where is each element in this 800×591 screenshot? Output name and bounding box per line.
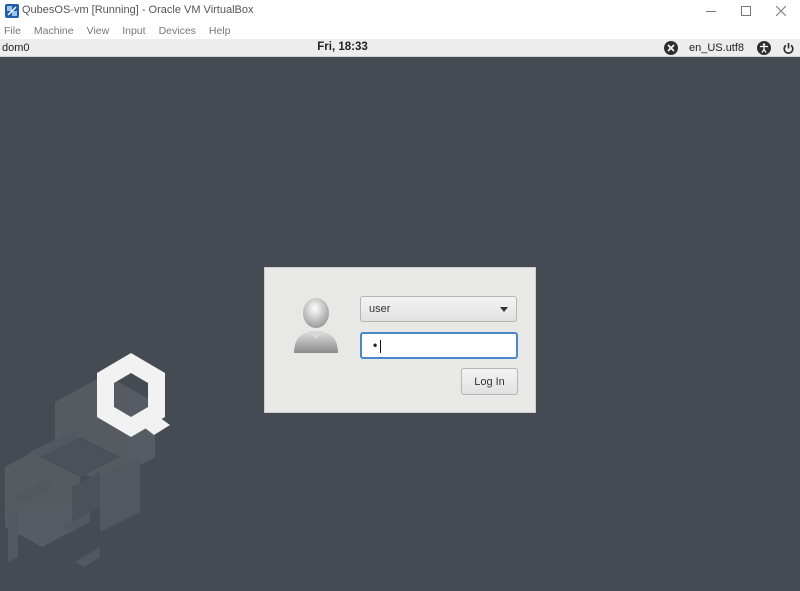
menu-view[interactable]: View: [87, 25, 110, 37]
text-caret: [380, 340, 381, 353]
menu-devices[interactable]: Devices: [159, 25, 196, 37]
accessibility-icon[interactable]: [757, 41, 771, 55]
password-value: •: [373, 338, 378, 352]
chevron-down-icon: [500, 307, 508, 312]
menu-file[interactable]: File: [4, 25, 21, 37]
clock[interactable]: Fri, 18:33: [0, 41, 685, 53]
window-titlebar: QubesOS-vm [Running] - Oracle VM Virtual…: [0, 0, 800, 22]
log-in-button[interactable]: Log In: [461, 368, 518, 395]
password-input[interactable]: •: [360, 332, 518, 359]
selected-user: user: [369, 303, 391, 315]
keyboard-layout-icon[interactable]: [664, 41, 678, 55]
window-title: QubesOS-vm [Running] - Oracle VM Virtual…: [22, 4, 254, 16]
login-dialog: user • Log In: [264, 267, 536, 413]
virtualbox-menubar: File Machine View Input Devices Help: [0, 22, 800, 39]
menu-input[interactable]: Input: [122, 25, 145, 37]
login-desktop: user • Log In: [0, 57, 800, 591]
power-icon[interactable]: [781, 41, 795, 55]
menu-help[interactable]: Help: [209, 25, 231, 37]
menu-machine[interactable]: Machine: [34, 25, 74, 37]
virtualbox-app-icon: [4, 3, 20, 19]
login-topbar: dom0 Fri, 18:33 en_US.utf8: [0, 39, 800, 57]
maximize-icon[interactable]: [729, 0, 763, 22]
close-icon[interactable]: [764, 0, 798, 22]
user-select-dropdown[interactable]: user: [360, 296, 517, 322]
locale-indicator[interactable]: en_US.utf8: [689, 42, 744, 54]
user-avatar-icon: [291, 295, 341, 357]
minimize-icon[interactable]: [694, 0, 728, 22]
